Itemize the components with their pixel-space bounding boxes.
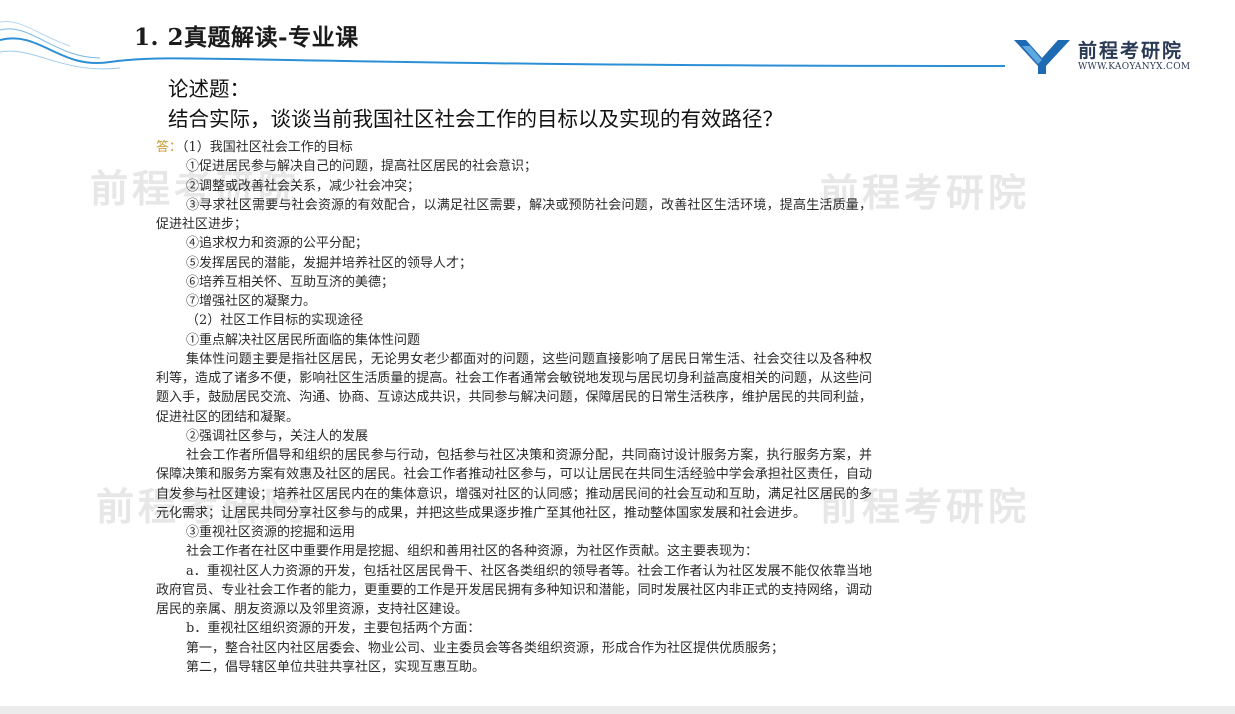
goal-item: ⑤发挥居民的潜能，发掘并培养社区的领导人才； — [186, 255, 473, 271]
goal-item: ④追求权力和资源的公平分配； — [186, 236, 369, 252]
logo-url: WWW.KAOYANYX.COM — [1078, 62, 1191, 72]
path-paragraph: 社会工作者在社区中重要作用是挖掘、组织和善用社区的各种资源，为社区作贡献。这主要… — [186, 544, 759, 560]
path-paragraph: 第一，整合社区内社区居委会、物业公司、业主委员会等各类组织资源，形成合作为社区提… — [186, 640, 785, 656]
path-paragraph: b．重视社区组织资源的开发，主要包括两个方面： — [186, 621, 481, 637]
path-heading: ②强调社区参与，关注人的发展 — [186, 428, 369, 444]
path-paragraph: 社会工作者所倡导和组织的居民参与行动，包括参与社区决策和资源分配，共同商讨设计服… — [156, 448, 872, 521]
path-paragraph: a．重视社区人力资源的开发，包括社区居民骨干、社区各类组织的领导者等。社会工作者… — [156, 563, 872, 618]
goal-item: ⑥培养互相关怀、互助互济的美德； — [186, 274, 395, 290]
page-title: 1. 2真题解读-专业课 — [134, 24, 359, 51]
answer-heading-2: （2）社区工作目标的实现途径 — [186, 313, 364, 329]
logo-name: 前程考研院 — [1078, 40, 1184, 62]
goal-item: ①促进居民参与解决自己的问题，提高社区居民的社会意识； — [186, 159, 538, 175]
logo-mark-icon — [1014, 40, 1070, 74]
goal-item: ②调整或改善社会关系，减少社会冲突； — [186, 178, 421, 194]
path-heading: ③重视社区资源的挖掘和运用 — [186, 525, 356, 540]
answer-body: 答：（1）我国社区社会工作的目标 ①促进居民参与解决自己的问题，提高社区居民的社… — [156, 138, 872, 677]
answer-marker: 答： — [156, 140, 183, 155]
path-paragraph: 第二，倡导辖区单位共驻共享社区，实现互惠互助。 — [186, 659, 486, 675]
path-heading: ①重点解决社区居民所面临的集体性问题 — [186, 332, 421, 348]
path-paragraph: 集体性问题主要是指社区居民，无论男女老少都面对的问题，这些问题直接影响了居民日常… — [156, 351, 872, 425]
bottom-bar — [0, 706, 1235, 714]
answer-heading-1: 答：（1）我国社区社会工作的目标 — [156, 140, 353, 155]
goal-item: ⑦增强社区的凝聚力。 — [186, 294, 317, 309]
goal-item: ③寻求社区需要与社会资源的有效配合，以满足社区需要，解决或预防社会问题，改善社区… — [156, 197, 872, 232]
brand-logo: 前程考研院 WWW.KAOYANYX.COM — [1012, 34, 1222, 78]
question-label: 论述题： — [168, 77, 250, 101]
